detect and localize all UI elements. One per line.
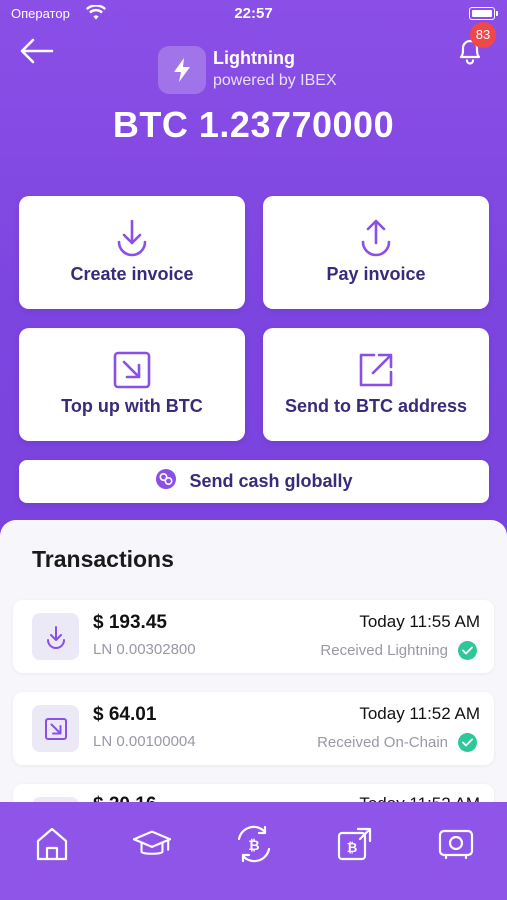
home-icon — [36, 827, 68, 861]
check-icon — [458, 641, 477, 660]
transaction-row[interactable]: $ 193.45 LN 0.00302800 Today 11:55 AM Re… — [13, 600, 494, 673]
cash-globe-icon — [155, 468, 177, 495]
arrow-in-box-icon — [32, 705, 79, 752]
transaction-amount: $ 64.01 — [93, 704, 157, 725]
btc-balance: BTC 1.23770000 — [112, 104, 395, 145]
brand-name: Lightning — [213, 48, 295, 68]
brand-subtitle: powered by IBEX — [213, 72, 337, 89]
pay-invoice-label: Pay invoice — [326, 264, 426, 284]
transaction-ln-amount: LN 0.00302800 — [93, 641, 196, 658]
bitcoin-send-icon: ₿ — [337, 827, 372, 861]
download-icon — [19, 218, 245, 258]
tab-exchange[interactable]: ₿ — [234, 824, 274, 864]
transaction-ln-amount: LN 0.00100004 — [93, 733, 196, 750]
arrow-left-icon — [20, 38, 54, 64]
arrow-in-box-icon — [19, 350, 245, 390]
transactions-title: Transactions — [32, 546, 174, 572]
notification-badge: 83 — [470, 22, 496, 48]
transaction-date: Today 11:55 AM — [359, 612, 480, 631]
lightning-logo-icon — [158, 46, 206, 94]
back-button[interactable] — [18, 36, 54, 66]
tab-home[interactable] — [32, 824, 72, 864]
graduation-cap-icon — [132, 830, 172, 855]
download-icon — [32, 613, 79, 660]
check-icon — [458, 733, 477, 752]
top-up-btc-button[interactable]: Top up with BTC — [19, 328, 245, 441]
clock: 22:57 — [234, 5, 273, 22]
send-to-btc-address-button[interactable]: Send to BTC address — [263, 328, 489, 441]
bitcoin-exchange-icon: ₿ — [237, 825, 271, 863]
tab-learn[interactable] — [132, 824, 172, 864]
svg-text:₿: ₿ — [248, 838, 259, 854]
transaction-amount: $ 193.45 — [93, 612, 167, 633]
send-cash-globally-label: Send cash globally — [189, 471, 353, 491]
vault-icon — [438, 829, 474, 860]
transaction-status: Received Lightning — [320, 642, 448, 659]
tab-send[interactable]: ₿ — [335, 824, 375, 864]
upload-icon — [263, 218, 489, 258]
send-cash-globally-button[interactable]: Send cash globally — [19, 460, 489, 503]
external-link-icon — [263, 350, 489, 390]
svg-text:₿: ₿ — [347, 841, 358, 856]
tab-vault[interactable] — [436, 824, 476, 864]
transaction-status: Received On-Chain — [317, 734, 448, 751]
transaction-date: Today 11:52 AM — [359, 704, 480, 723]
brand-header: Lightning powered by IBEX — [158, 46, 378, 96]
create-invoice-button[interactable]: Create invoice — [19, 196, 245, 309]
transaction-row[interactable]: $ 64.01 LN 0.00100004 Today 11:52 AM Rec… — [13, 692, 494, 765]
pay-invoice-button[interactable]: Pay invoice — [263, 196, 489, 309]
send-to-btc-address-label: Send to BTC address — [284, 396, 468, 416]
bottom-tab-bar: ₿ ₿ — [0, 802, 507, 900]
create-invoice-label: Create invoice — [70, 264, 194, 284]
top-up-btc-label: Top up with BTC — [61, 396, 203, 416]
battery-icon — [469, 7, 498, 20]
status-bar: Оператор 22:57 — [0, 0, 507, 30]
